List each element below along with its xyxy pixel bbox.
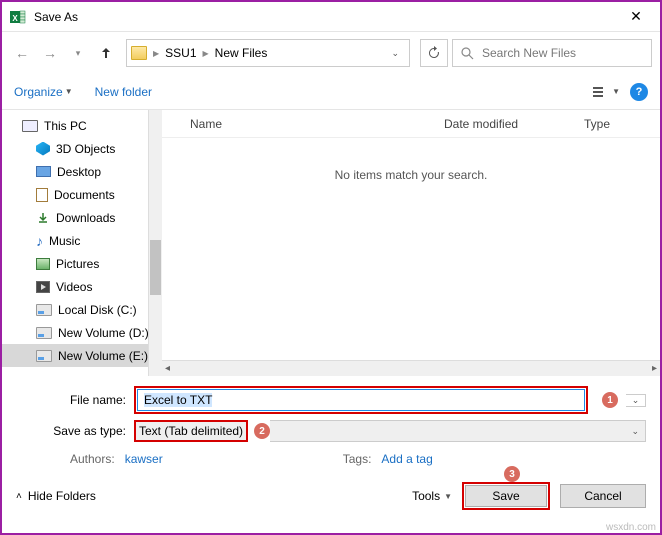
tags-label: Tags: [343,452,372,466]
search-input[interactable]: Search New Files [452,39,652,67]
tags-value[interactable]: Add a tag [381,452,432,466]
callout-2: 2 [254,423,270,439]
h-scrollbar[interactable] [162,360,660,376]
filetype-label: Save as type: [16,424,126,438]
up-button[interactable] [94,41,118,65]
authors-value[interactable]: kawser [125,452,163,466]
tree-this-pc[interactable]: This PC [2,114,162,137]
tree-downloads[interactable]: Downloads [2,206,162,229]
chevron-down-icon: ▼ [612,87,620,96]
tree-local-disk-c[interactable]: Local Disk (C:) [2,298,162,321]
watermark: wsxdn.com [606,522,656,533]
nav-tree[interactable]: This PC 3D Objects Desktop Documents Dow… [2,110,162,376]
tree-new-volume-e[interactable]: New Volume (E:) [2,344,162,367]
desktop-icon [36,166,51,177]
filename-input[interactable]: Excel to TXT [137,389,585,411]
excel-app-icon: X [10,9,26,25]
tree-documents[interactable]: Documents [2,183,162,206]
help-button[interactable]: ? [630,83,648,101]
folder-icon [131,46,147,60]
refresh-button[interactable] [420,39,448,67]
address-dropdown[interactable]: ⌄ [385,48,405,59]
picture-icon [36,258,50,270]
authors-label: Authors: [70,452,115,466]
tree-new-volume-d[interactable]: New Volume (D:) [2,321,162,344]
hide-folders-button[interactable]: ˄ Hide Folders [16,489,96,503]
new-folder-button[interactable]: New folder [95,85,152,99]
music-icon: ♪ [36,234,43,248]
cube-icon [36,142,50,156]
breadcrumb-2[interactable]: New Files [215,46,268,60]
forward-button[interactable]: → [38,41,62,65]
view-options-button[interactable]: ▼ [593,86,620,98]
close-button[interactable]: ✕ [616,3,656,31]
tools-menu[interactable]: Tools ▼ [412,489,452,503]
recent-chevron[interactable]: ▾ [66,41,90,65]
chevron-up-icon: ˄ [16,491,22,502]
video-icon [36,281,50,293]
svg-text:X: X [12,14,18,23]
pc-icon [22,120,38,132]
col-name[interactable]: Name [184,117,444,131]
search-icon [461,47,474,60]
tree-music[interactable]: ♪Music [2,229,162,252]
cancel-button[interactable]: Cancel [560,484,646,508]
tree-pictures[interactable]: Pictures [2,252,162,275]
chevron-down-icon: ▼ [65,87,73,96]
file-list[interactable]: Name Date modified Type No items match y… [162,110,660,376]
drive-icon [36,304,52,316]
save-button[interactable]: Save [465,485,547,507]
search-placeholder: Search New Files [482,46,576,60]
tree-scrollbar[interactable] [148,110,162,376]
filetype-select[interactable]: Text (Tab delimited) 2 ⌄ [134,420,646,442]
tree-desktop[interactable]: Desktop [2,160,162,183]
back-button[interactable]: ← [10,41,34,65]
drive-icon [36,327,52,339]
filename-dropdown[interactable]: ⌄ [626,394,646,407]
organize-menu[interactable]: Organize ▼ [14,85,73,99]
col-type[interactable]: Type [584,117,660,131]
chevron-down-icon: ▼ [444,492,452,501]
chevron-right-icon: ▶ [203,49,209,58]
tree-3d-objects[interactable]: 3D Objects [2,137,162,160]
chevron-right-icon: ▶ [153,49,159,58]
breadcrumb-1[interactable]: SSU1 [165,46,196,60]
callout-1: 1 [602,392,618,408]
download-icon [36,211,50,225]
filename-label: File name: [16,393,126,407]
document-icon [36,188,48,202]
empty-message: No items match your search. [162,138,660,182]
drive-icon [36,350,52,362]
window-title: Save As [34,10,616,24]
col-date[interactable]: Date modified [444,117,584,131]
address-bar[interactable]: ▶ SSU1 ▶ New Files ⌄ [126,39,410,67]
callout-3: 3 [504,466,520,482]
tree-videos[interactable]: Videos [2,275,162,298]
